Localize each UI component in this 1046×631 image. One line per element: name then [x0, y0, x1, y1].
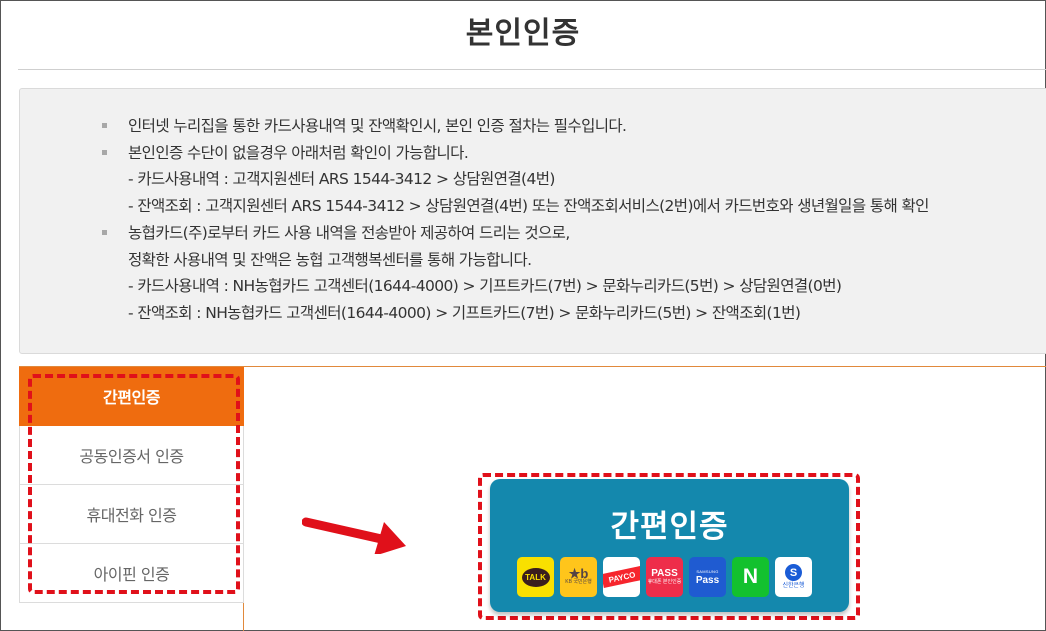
- simple-auth-title: 간편인증: [610, 509, 729, 545]
- provider-list: TALK ★b KB 국민은행 PAYCO PASS 휴대폰 본인인증 SAMS…: [517, 557, 812, 597]
- notice-line: - 잔액조회 : NH농협카드 고객센터(1644-4000) > 기프트카드(…: [128, 303, 801, 322]
- kakao-talk-icon: TALK: [517, 557, 554, 597]
- notice-line: - 잔액조회 : 고객지원센터 ARS 1544-3412 > 상담원연결(4번…: [128, 197, 929, 216]
- page-title: 본인인증: [465, 16, 581, 51]
- shinhan-bank-icon: S 신한은행: [775, 557, 812, 597]
- samsung-pass-icon: SAMSUNG Pass: [689, 557, 726, 597]
- notice-line: 정확한 사용내역 및 잔액은 농협 고객행복센터를 통해 가능합니다.: [128, 250, 532, 269]
- title-divider: [18, 69, 1046, 70]
- naver-icon: N: [732, 557, 769, 597]
- notice-list: 인터넷 누리집을 통한 카드사용내역 및 잔액확인시, 본인 인증 절차는 필수…: [102, 113, 929, 327]
- kb-bank-icon: ★b KB 국민은행: [560, 557, 597, 597]
- tabs-highlight-outline: [28, 374, 240, 594]
- bullet-icon: [102, 229, 107, 235]
- notice-line: - 카드사용내역 : 고객지원센터 ARS 1544-3412 > 상담원연결(…: [128, 170, 555, 189]
- bullet-icon: [102, 149, 107, 155]
- notice-item: 농협카드(주)로부터 카드 사용 내역을 전송받아 제공하여 드리는 것으로, …: [102, 220, 929, 327]
- notice-line: 인터넷 누리집을 통한 카드사용내역 및 잔액확인시, 본인 인증 절차는 필수…: [128, 117, 627, 135]
- red-arrow-icon: [302, 517, 406, 554]
- notice-line: 농협카드(주)로부터 카드 사용 내역을 전송받아 제공하여 드리는 것으로,: [128, 223, 570, 242]
- payco-icon: PAYCO: [603, 557, 640, 597]
- bullet-icon: [102, 123, 107, 128]
- notice-box: 인터넷 누리집을 통한 카드사용내역 및 잔액확인시, 본인 인증 절차는 필수…: [19, 88, 1046, 354]
- simple-auth-button[interactable]: 간편인증 TALK ★b KB 국민은행 PAYCO PASS 휴대폰 본인인증…: [490, 479, 849, 612]
- notice-item: 인터넷 누리집을 통한 카드사용내역 및 잔액확인시, 본인 인증 절차는 필수…: [102, 113, 929, 140]
- pass-icon: PASS 휴대폰 본인인증: [646, 557, 683, 597]
- notice-line: 본인인증 수단이 없을경우 아래처럼 확인이 가능합니다.: [128, 143, 469, 162]
- notice-item: 본인인증 수단이 없을경우 아래처럼 확인이 가능합니다. - 카드사용내역 :…: [102, 140, 929, 220]
- notice-line: - 카드사용내역 : NH농협카드 고객센터(1644-4000) > 기프트카…: [128, 277, 842, 296]
